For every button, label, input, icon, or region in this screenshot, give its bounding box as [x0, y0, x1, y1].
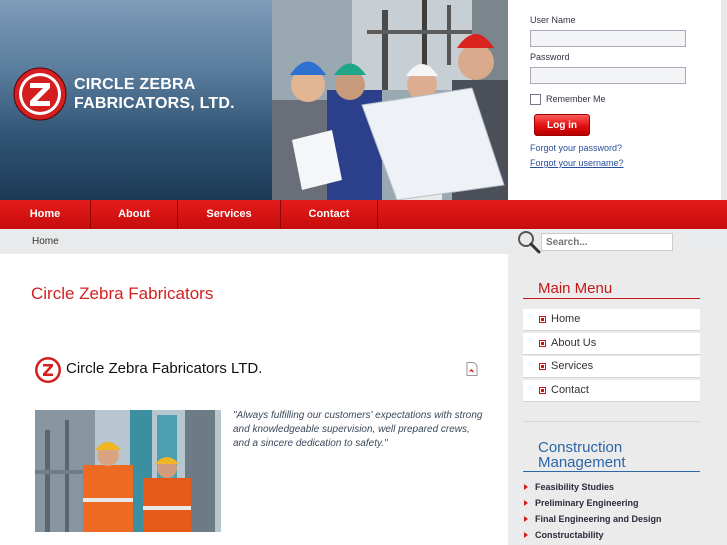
remember-me-checkbox[interactable] — [530, 94, 541, 105]
arrow-right-icon — [524, 516, 528, 522]
username-label: User Name — [530, 15, 576, 25]
section-divider — [523, 421, 700, 422]
nav-item-contact[interactable]: Contact — [281, 200, 378, 229]
cm-item-final-engineering[interactable]: Final Engineering and Design — [523, 514, 662, 524]
sidebar-item-services[interactable]: Services — [523, 356, 700, 378]
circle-z-logo-icon[interactable] — [12, 66, 68, 122]
breadcrumb[interactable]: Home — [32, 236, 59, 247]
article-workers-photo — [35, 410, 221, 532]
brand-name-line1: CIRCLE ZEBRA — [74, 76, 196, 93]
menu-bullet-icon — [539, 387, 546, 394]
cm-item-label: Preliminary Engineering — [535, 498, 639, 508]
arrow-right-icon — [524, 532, 528, 538]
arrow-right-icon — [524, 500, 528, 506]
forgot-password-link[interactable]: Forgot your password? — [530, 143, 622, 153]
cm-item-label: Feasibility Studies — [535, 482, 615, 492]
article-title: Circle Zebra Fabricators LTD. — [66, 360, 263, 377]
search-icon[interactable] — [516, 230, 542, 254]
company-quote: "Always fulfilling our customers' expect… — [233, 410, 483, 449]
cm-item-preliminary-engineering[interactable]: Preliminary Engineering — [523, 498, 639, 508]
construction-management-title: Construction Management — [538, 440, 626, 470]
nav-item-home[interactable]: Home — [0, 200, 91, 229]
cm-item-constructability[interactable]: Constructability — [523, 530, 604, 540]
search-input[interactable] — [541, 233, 673, 251]
cm-divider — [523, 471, 700, 472]
main-menu-title: Main Menu — [538, 280, 613, 297]
password-input[interactable] — [530, 67, 686, 84]
cm-title-line1: Construction — [538, 439, 623, 456]
cm-item-label: Constructability — [535, 530, 604, 540]
username-input[interactable] — [530, 30, 686, 47]
cm-item-label: Final Engineering and Design — [535, 514, 662, 524]
main-menu-divider — [523, 298, 700, 299]
header-engineers-photo — [272, 0, 508, 200]
brand-name-line2: FABRICATORS, LTD. — [74, 95, 235, 112]
nav-item-about[interactable]: About — [91, 200, 178, 229]
menu-bullet-icon — [539, 363, 546, 370]
login-button[interactable]: Log in — [534, 114, 590, 136]
site-header: CIRCLE ZEBRA FABRICATORS, LTD. User Name… — [0, 0, 727, 200]
forgot-username-link[interactable]: Forgot your username? — [530, 158, 624, 168]
sidebar-item-home[interactable]: Home — [523, 309, 700, 331]
brand-name: CIRCLE ZEBRA FABRICATORS, LTD. — [74, 75, 235, 113]
menu-bullet-icon — [539, 316, 546, 323]
page-title: Circle Zebra Fabricators — [31, 284, 214, 303]
remember-me-label: Remember Me — [546, 94, 606, 104]
cm-title-line2: Management — [538, 454, 626, 471]
sidebar-item-label: Contact — [551, 384, 589, 396]
sidebar-item-label: Home — [551, 313, 581, 325]
nav-item-services[interactable]: Services — [178, 200, 281, 229]
sidebar: Main Menu Home About Us Services Contact… — [508, 254, 727, 545]
pdf-icon[interactable] — [466, 362, 478, 376]
sidebar-item-about-us[interactable]: About Us — [523, 333, 700, 355]
login-form: User Name Password Remember Me Log in Fo… — [508, 0, 727, 200]
menu-bullet-icon — [539, 340, 546, 347]
sidebar-item-label: Services — [551, 360, 594, 372]
sidebar-item-contact[interactable]: Contact — [523, 380, 700, 402]
circle-z-small-logo-icon — [35, 357, 61, 383]
cm-item-feasibility-studies[interactable]: Feasibility Studies — [523, 482, 614, 492]
brand-panel: CIRCLE ZEBRA FABRICATORS, LTD. — [0, 0, 272, 200]
main-nav: Home About Services Contact — [0, 200, 727, 229]
arrow-right-icon — [524, 484, 528, 490]
sidebar-item-label: About Us — [551, 337, 597, 349]
password-label: Password — [530, 52, 570, 62]
